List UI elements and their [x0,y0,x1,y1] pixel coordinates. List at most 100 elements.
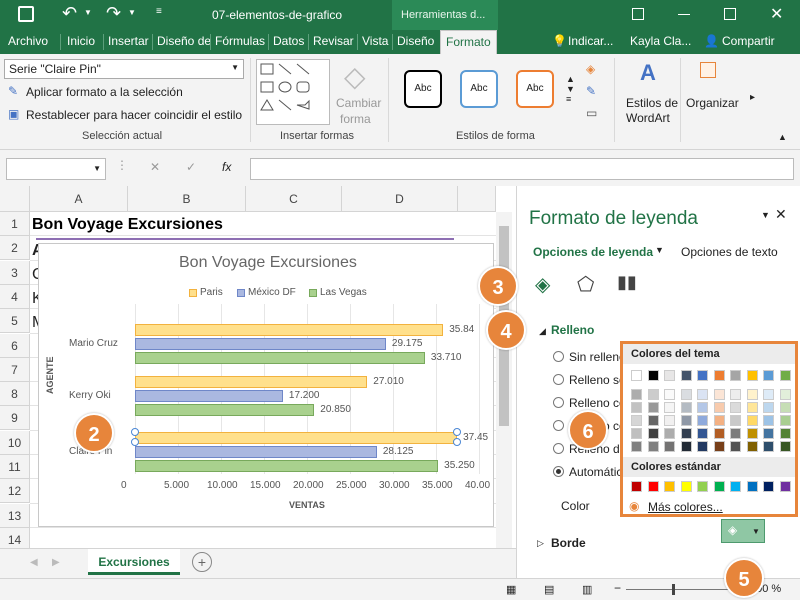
data-label[interactable]: 29.175 [392,338,423,349]
theme-color-swatch[interactable] [631,389,642,400]
scroll-left-icon[interactable]: ◀ [30,557,38,568]
selection-handle[interactable] [131,428,139,436]
ribbon-scroll-icon[interactable]: ▸ [750,92,755,103]
theme-color-swatch[interactable] [697,402,708,413]
fill-option-label[interactable]: Sin relleno [569,350,626,364]
collapse-ribbon-icon[interactable]: ▲ [778,132,787,142]
data-label[interactable]: 33.710 [431,352,462,363]
sheet-tab-excursiones[interactable]: Excursiones [88,549,180,575]
tab-text-options[interactable]: Opciones de texto [681,245,778,259]
tell-me-input[interactable]: Indicar... [568,34,613,48]
theme-color-swatch[interactable] [730,370,741,381]
fill-color-button[interactable]: ◈ ▼ [721,519,765,543]
theme-color-swatch[interactable] [713,389,725,400]
reset-style-button[interactable]: Restablecer para hacer coincidir el esti… [26,108,242,122]
cell-a1[interactable]: Bon Voyage Excursiones [32,216,223,234]
fill-radio[interactable] [553,466,564,477]
undo-dropdown-icon[interactable]: ▼ [84,8,92,17]
gallery-scroll-icon[interactable]: ▲ ▼ ≡ [566,74,575,104]
tab-vista[interactable]: Vista [362,34,388,48]
theme-color-swatch[interactable] [746,389,758,400]
standard-color-swatch[interactable] [680,481,692,492]
theme-color-swatch[interactable] [746,428,758,439]
standard-color-swatch[interactable] [713,481,725,492]
bar-lasvegas-1[interactable] [135,404,315,416]
bar-lasvegas-0[interactable] [135,352,425,364]
tab-inicio[interactable]: Inicio [67,34,95,48]
theme-color-swatch[interactable] [631,441,642,452]
theme-color-swatch[interactable] [647,389,659,400]
fill-line-icon[interactable]: ◈ [535,272,550,297]
theme-color-swatch[interactable] [680,441,692,452]
theme-color-swatch[interactable] [746,441,758,452]
theme-color-swatch[interactable] [631,428,642,439]
theme-color-swatch[interactable] [631,370,642,381]
row-header-3[interactable]: 3 [0,260,30,285]
fill-radio[interactable] [553,351,564,362]
tab-datos[interactable]: Datos [273,34,304,48]
theme-color-swatch[interactable] [697,428,708,439]
theme-color-swatch[interactable] [713,441,725,452]
legend-options-dropdown-icon[interactable]: ▼ [655,245,664,255]
zoom-out-icon[interactable]: − [614,581,621,595]
pane-close-icon[interactable]: ✕ [775,206,787,223]
bar-mxicodf-1[interactable] [135,390,283,402]
arrange-button[interactable]: Organizar [686,96,739,110]
scroll-right-icon[interactable]: ▶ [52,557,60,568]
vertical-scrollbar[interactable] [496,212,512,548]
shape-effects-icon[interactable]: ▭ [586,106,597,120]
theme-color-swatch[interactable] [763,428,774,439]
theme-color-swatch[interactable] [746,402,758,413]
formula-input[interactable] [250,158,794,180]
redo-dropdown-icon[interactable]: ▼ [128,8,136,17]
wordart-label-1[interactable]: Estilos de [626,96,678,110]
theme-color-swatch[interactable] [779,370,791,381]
data-label[interactable]: 20.850 [320,404,351,415]
selection-handle[interactable] [453,428,462,436]
enter-icon[interactable]: ✓ [186,160,196,174]
theme-color-swatch[interactable] [680,428,692,439]
row-header-4[interactable]: 4 [0,284,30,309]
chart-legend[interactable]: Paris México DF Las Vegas [189,286,369,300]
fill-section-header[interactable]: Relleno [551,323,594,337]
row-header-8[interactable]: 8 [0,382,30,407]
tab-legend-options[interactable]: Opciones de leyenda [533,245,653,259]
theme-color-swatch[interactable] [647,428,659,439]
theme-color-swatch[interactable] [763,415,774,426]
standard-color-swatch[interactable] [779,481,791,492]
column-header-d[interactable]: D [342,186,458,212]
data-label[interactable]: 35.84 [449,324,474,335]
tab-archivo[interactable]: Archivo [8,34,48,48]
save-icon[interactable] [18,6,34,22]
theme-color-swatch[interactable] [779,415,791,426]
insert-function-icon[interactable]: fx [222,160,231,174]
theme-color-swatch[interactable] [647,415,659,426]
data-label[interactable]: 37.45 [463,432,488,443]
standard-color-swatch[interactable] [730,481,741,492]
pane-options-icon[interactable]: ▼ [761,210,770,220]
page-layout-icon[interactable]: ▤ [544,583,554,596]
ribbon-display-icon[interactable] [632,8,644,20]
bar-mxicodf-0[interactable] [135,338,386,350]
theme-color-swatch[interactable] [631,415,642,426]
theme-color-swatch[interactable] [779,441,791,452]
shape-style-2[interactable]: Abc [460,70,498,108]
chart-title[interactable]: Bon Voyage Excursiones [179,254,357,272]
theme-color-swatch[interactable] [664,402,675,413]
data-label[interactable]: 28.125 [383,446,414,457]
row-header-1[interactable]: 1 [0,212,30,236]
maximize-icon[interactable] [724,8,736,20]
fill-collapse-icon[interactable]: ◢ [539,326,546,337]
row-header-5[interactable]: 5 [0,309,30,334]
format-selection-button[interactable]: Aplicar formato a la selección [26,85,183,99]
theme-color-swatch[interactable] [631,402,642,413]
theme-color-swatch[interactable] [713,402,725,413]
theme-color-swatch[interactable] [664,415,675,426]
fill-radio[interactable] [553,443,564,454]
shape-style-1[interactable]: Abc [404,70,442,108]
name-box[interactable]: ▼ [6,158,106,180]
more-colors-button[interactable]: Más colores... [648,500,723,514]
chart-area[interactable]: Bon Voyage Excursiones Paris México DF L… [36,238,494,527]
fill-radio[interactable] [553,420,564,431]
theme-color-swatch[interactable] [746,415,758,426]
